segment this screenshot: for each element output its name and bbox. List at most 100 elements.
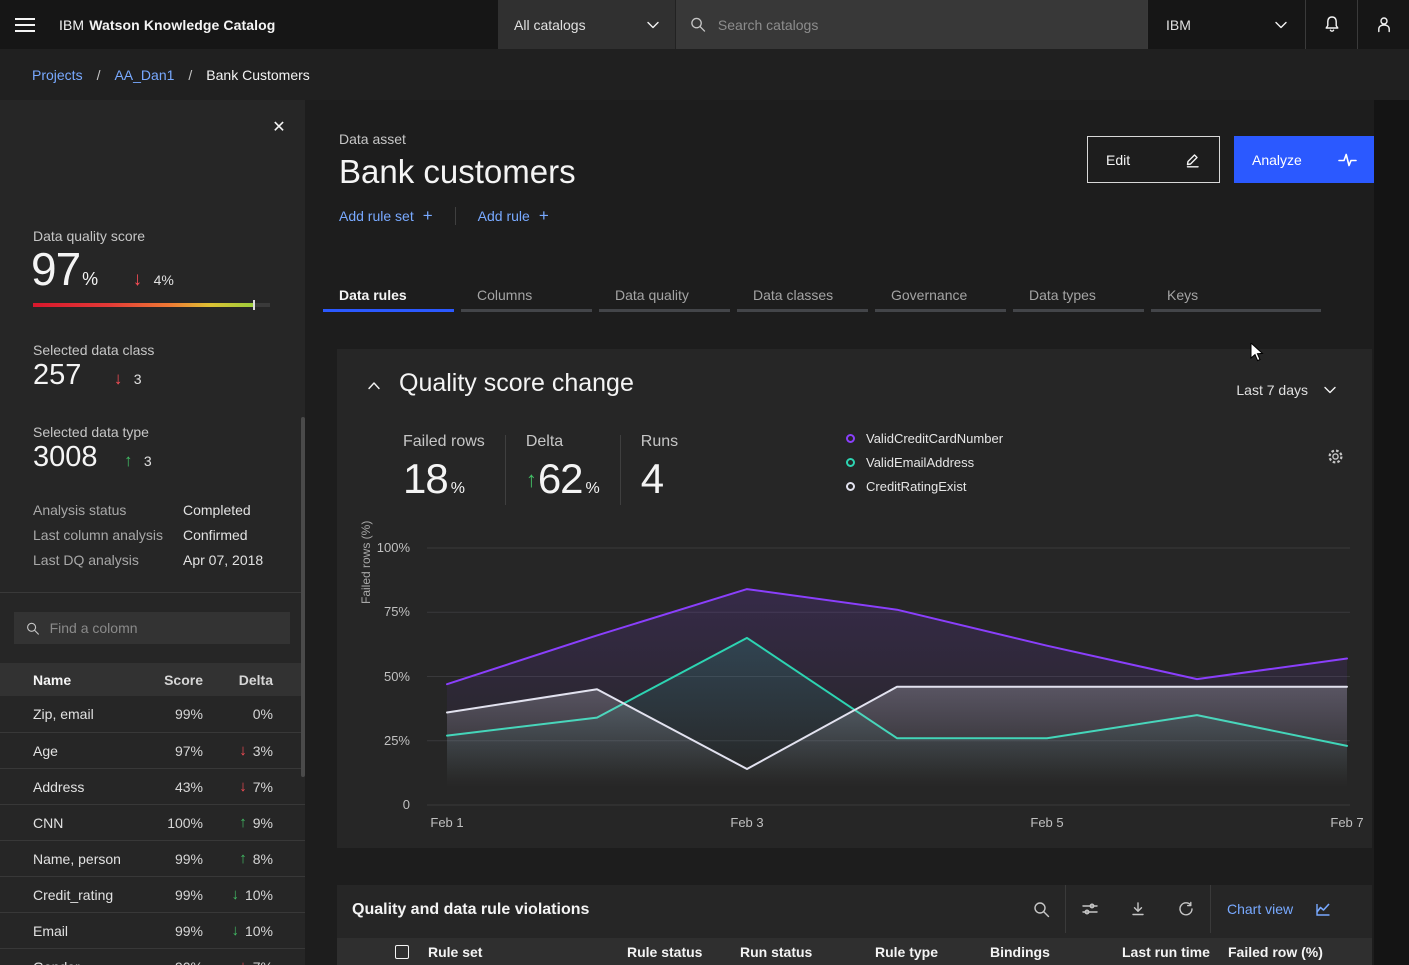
- status-row: Analysis status Completed: [33, 497, 283, 522]
- add-rule-set-link[interactable]: Add rule set+: [339, 206, 433, 226]
- line-chart: [447, 548, 1347, 805]
- y-tick: 100%: [358, 540, 410, 555]
- main-content: Data asset Bank customers Add rule set+A…: [305, 100, 1374, 965]
- legend-item[interactable]: ValidCreditCardNumber: [846, 431, 1003, 446]
- analyze-button[interactable]: Analyze: [1234, 136, 1375, 183]
- find-column-search[interactable]: [14, 612, 290, 644]
- tab-columns[interactable]: Columns: [461, 281, 592, 312]
- class-delta: 3: [134, 371, 142, 387]
- close-icon[interactable]: ✕: [269, 118, 289, 138]
- data-class-stat: 257 ↓ 3: [33, 359, 142, 392]
- search-icon[interactable]: [1017, 885, 1065, 933]
- column-row[interactable]: Gender 90% ↓7%: [0, 948, 305, 965]
- down-arrow-icon: ↓: [133, 269, 143, 290]
- chart-icon: [1315, 902, 1331, 917]
- asset-type-label: Data asset: [339, 131, 406, 147]
- y-tick: 75%: [358, 604, 410, 619]
- violations-title: Quality and data rule violations: [352, 901, 589, 919]
- refresh-icon[interactable]: [1162, 885, 1210, 933]
- plus-icon: +: [423, 206, 433, 225]
- column-row[interactable]: Credit_rating 99% ↓10%: [0, 876, 305, 912]
- down-arrow-icon: ↓: [231, 886, 239, 903]
- chart-view-toggle[interactable]: Chart view: [1211, 885, 1347, 933]
- add-rule-link[interactable]: Add rule+: [478, 206, 549, 226]
- select-all-checkbox[interactable]: [395, 945, 409, 959]
- legend-swatch: [846, 482, 855, 491]
- chevron-down-icon: [647, 21, 659, 29]
- search-icon: [26, 621, 40, 636]
- download-icon[interactable]: [1114, 885, 1162, 933]
- menu-icon[interactable]: [0, 0, 49, 49]
- divider: [620, 435, 621, 505]
- tab-governance[interactable]: Governance: [875, 281, 1006, 312]
- search-bar[interactable]: [675, 0, 1147, 49]
- tab-keys[interactable]: Keys: [1151, 281, 1321, 312]
- breadcrumb-item[interactable]: AA_Dan1: [114, 67, 174, 83]
- page-title: Bank customers: [339, 153, 576, 191]
- profile-button[interactable]: [1357, 0, 1409, 49]
- data-class-label: Selected data class: [33, 342, 154, 358]
- violations-column-header[interactable]: Rule type: [875, 944, 938, 960]
- edit-button[interactable]: Edit: [1087, 136, 1220, 183]
- violations-card: Quality and data rule violations Chart v: [337, 885, 1372, 965]
- down-arrow-icon: ↓: [239, 778, 247, 795]
- filter-icon[interactable]: [1066, 885, 1114, 933]
- search-input[interactable]: [718, 17, 1133, 33]
- activity-icon: [1338, 152, 1357, 168]
- collapse-icon[interactable]: [367, 377, 381, 395]
- legend-swatch: [846, 458, 855, 467]
- violations-column-header[interactable]: Run status: [740, 944, 812, 960]
- column-row[interactable]: Email 99% ↓10%: [0, 912, 305, 948]
- violations-column-header[interactable]: Last run time: [1122, 944, 1210, 960]
- y-axis-label: Failed rows (%): [359, 521, 373, 604]
- gauge-marker: [253, 300, 255, 310]
- header-score[interactable]: Score: [135, 672, 203, 688]
- catalog-selector[interactable]: All catalogs: [497, 0, 675, 49]
- legend-swatch: [846, 434, 855, 443]
- down-arrow-icon: ↓: [231, 922, 239, 939]
- down-arrow-icon: ↓: [239, 742, 247, 759]
- notifications-button[interactable]: [1305, 0, 1357, 49]
- x-tick: Feb 5: [1012, 815, 1082, 830]
- column-row[interactable]: CNN 100% ↑9%: [0, 804, 305, 840]
- column-row[interactable]: Name, person 99% ↑8%: [0, 840, 305, 876]
- tab-data-quality[interactable]: Data quality: [599, 281, 730, 312]
- up-arrow-icon: ↑: [526, 467, 537, 492]
- columns-table: Name Score Delta Zip, email 99% 0% Age 9…: [0, 663, 305, 965]
- gear-icon[interactable]: [1327, 448, 1344, 470]
- column-row[interactable]: Address 43% ↓7%: [0, 768, 305, 804]
- chart-legend: ValidCreditCardNumber ValidEmailAddress …: [846, 431, 1003, 494]
- breadcrumb-item[interactable]: Projects: [32, 67, 83, 83]
- violations-column-header[interactable]: Bindings: [990, 944, 1050, 960]
- column-row[interactable]: Zip, email 99% 0%: [0, 696, 305, 732]
- card-title: Quality score change: [399, 369, 634, 398]
- violations-column-header[interactable]: Rule set: [428, 944, 482, 960]
- up-arrow-icon: ↑: [239, 850, 247, 867]
- tab-data-types[interactable]: Data types: [1013, 281, 1144, 312]
- legend-item[interactable]: CreditRatingExist: [846, 479, 1003, 494]
- chart-stats: Failed rows 18% Delta ↑62% Runs 4: [403, 433, 678, 505]
- chevron-down-icon: [1275, 21, 1287, 29]
- violations-column-header[interactable]: Rule status: [627, 944, 702, 960]
- header-delta[interactable]: Delta: [203, 672, 273, 688]
- tab-data-rules[interactable]: Data rules: [323, 281, 454, 312]
- app-title: IBMWatson Knowledge Catalog: [59, 0, 275, 49]
- breadcrumb-separator: /: [97, 67, 101, 83]
- header-name[interactable]: Name: [0, 672, 135, 688]
- account-selector[interactable]: IBM: [1147, 0, 1305, 49]
- column-row[interactable]: Age 97% ↓3%: [0, 732, 305, 768]
- add-links: Add rule set+ Add rule+: [339, 206, 549, 226]
- x-tick: Feb 3: [712, 815, 782, 830]
- legend-item[interactable]: ValidEmailAddress: [846, 455, 1003, 470]
- find-column-input[interactable]: [50, 620, 278, 636]
- quality-score: 97% ↓ 4%: [31, 242, 174, 296]
- top-nav: IBMWatson Knowledge Catalog All catalogs…: [0, 0, 1409, 49]
- tab-data-classes[interactable]: Data classes: [737, 281, 868, 312]
- type-delta: 3: [144, 453, 152, 469]
- person-icon: [1375, 15, 1393, 34]
- violations-column-header[interactable]: Failed row (%): [1228, 944, 1323, 960]
- divider: [455, 207, 456, 225]
- time-range-selector[interactable]: Last 7 days: [1236, 382, 1336, 398]
- x-tick: Feb 1: [412, 815, 482, 830]
- data-type-label: Selected data type: [33, 424, 149, 440]
